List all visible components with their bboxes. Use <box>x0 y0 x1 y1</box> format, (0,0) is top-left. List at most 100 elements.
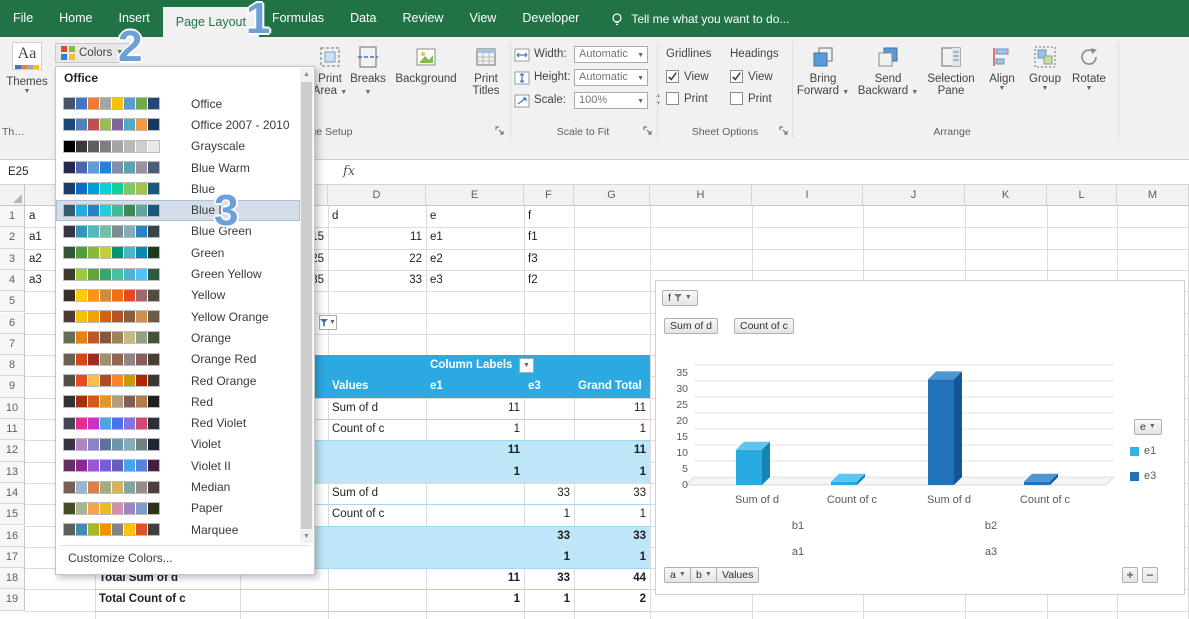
menu-scrollbar[interactable]: ▲ ▼ <box>300 68 313 543</box>
cell-F18[interactable]: 33 <box>524 568 574 589</box>
cell-E11[interactable]: 1 <box>426 419 524 440</box>
gridlines-view-checkbox[interactable]: View <box>666 70 709 83</box>
width-dropdown[interactable]: Automatic▼ <box>574 46 648 63</box>
row-header-8[interactable]: 8 <box>0 355 25 376</box>
cell-F17[interactable]: 1 <box>524 547 574 568</box>
theme-colors-option-violet[interactable]: Violet <box>56 434 300 455</box>
column-header-H[interactable]: H <box>650 185 752 206</box>
cell-D1[interactable]: d <box>328 206 426 227</box>
chart-axis-field-button-a[interactable]: a ▼ <box>664 567 692 583</box>
column-header-E[interactable]: E <box>426 185 524 206</box>
row-header-12[interactable]: 12 <box>0 440 25 461</box>
cell-D11[interactable]: Count of c <box>328 419 426 440</box>
page-setup-dialog-launcher[interactable] <box>494 125 507 138</box>
tab-developer[interactable]: Developer <box>509 0 592 37</box>
theme-colors-option-red-orange[interactable]: Red Orange <box>56 370 300 391</box>
theme-colors-option-marquee[interactable]: Marquee <box>56 519 300 540</box>
fx-icon[interactable]: fx <box>343 160 355 184</box>
cell-D15[interactable]: Count of c <box>328 504 426 525</box>
cell-G11[interactable]: 1 <box>574 419 650 440</box>
cell-G9[interactable]: Grand Total <box>574 376 650 397</box>
theme-colors-option-office[interactable]: Office <box>56 93 300 114</box>
column-header-G[interactable]: G <box>574 185 650 206</box>
cell-D2[interactable]: 11 <box>328 227 426 248</box>
cell-G10[interactable]: 11 <box>574 398 650 419</box>
theme-colors-option-orange-red[interactable]: Orange Red <box>56 349 300 370</box>
tab-formulas[interactable]: Formulas <box>259 0 337 37</box>
cell-E13[interactable]: 1 <box>426 462 524 483</box>
cell-F2[interactable]: f1 <box>524 227 574 248</box>
theme-colors-option-yellow-orange[interactable]: Yellow Orange <box>56 306 300 327</box>
cell-F4[interactable]: f2 <box>524 270 574 291</box>
scroll-down-icon[interactable]: ▼ <box>300 530 313 543</box>
cell-F1[interactable]: f <box>524 206 574 227</box>
cell-D9[interactable]: Values <box>328 376 426 397</box>
chart-zoom-out-button[interactable]: − <box>1142 567 1158 583</box>
cell-E4[interactable]: e3 <box>426 270 524 291</box>
cell-G14[interactable]: 33 <box>574 483 650 504</box>
row-header-1[interactable]: 1 <box>0 206 25 227</box>
chart-zoom-in-button[interactable]: + <box>1122 567 1138 583</box>
cell-D4[interactable]: 33 <box>328 270 426 291</box>
cell-G13[interactable]: 1 <box>574 462 650 483</box>
rotate-button[interactable]: Rotate▼ <box>1057 43 1121 93</box>
gridlines-print-checkbox[interactable]: Print <box>666 92 708 105</box>
scrollbar-thumb[interactable] <box>301 82 312 529</box>
theme-colors-option-grayscale[interactable]: Grayscale <box>56 136 300 157</box>
theme-colors-option-blue-warm[interactable]: Blue Warm <box>56 157 300 178</box>
row-header-7[interactable]: 7 <box>0 334 25 355</box>
row-header-16[interactable]: 16 <box>0 526 25 547</box>
row-header-10[interactable]: 10 <box>0 398 25 419</box>
theme-colors-option-violet-ii[interactable]: Violet II <box>56 455 300 476</box>
theme-colors-option-red[interactable]: Red <box>56 391 300 412</box>
cell-E19[interactable]: 1 <box>426 589 524 610</box>
theme-colors-option-blue[interactable]: Blue <box>56 178 300 199</box>
row-header-17[interactable]: 17 <box>0 547 25 568</box>
theme-colors-option-green-yellow[interactable]: Green Yellow <box>56 263 300 284</box>
chart-filter-field-button[interactable]: f ▼ <box>662 290 698 306</box>
theme-colors-option-office-2007-2010[interactable]: Office 2007 - 2010 <box>56 114 300 135</box>
tab-home[interactable]: Home <box>46 0 105 37</box>
scale-to-fit-dialog-launcher[interactable] <box>642 125 655 138</box>
row-header-5[interactable]: 5 <box>0 291 25 312</box>
cell-E8[interactable]: Column Labels <box>426 355 524 376</box>
chart-axis-field-button-b[interactable]: b ▼ <box>690 567 718 583</box>
cell-G12[interactable]: 11 <box>574 440 650 461</box>
tab-review[interactable]: Review <box>389 0 456 37</box>
chart-axis-field-button-values[interactable]: Values <box>716 567 759 583</box>
scroll-up-icon[interactable]: ▲ <box>300 68 313 81</box>
sheet-options-dialog-launcher[interactable] <box>778 125 791 138</box>
cell-F19[interactable]: 1 <box>524 589 574 610</box>
row-header-19[interactable]: 19 <box>0 589 25 610</box>
column-labels-filter-button[interactable]: ▼ <box>519 358 534 373</box>
cell-B19[interactable]: Total Count of c <box>95 589 240 610</box>
row-header-18[interactable]: 18 <box>0 568 25 589</box>
cell-G18[interactable]: 44 <box>574 568 650 589</box>
cell-G17[interactable]: 1 <box>574 547 650 568</box>
theme-colors-option-orange[interactable]: Orange <box>56 327 300 348</box>
column-header-M[interactable]: M <box>1117 185 1189 206</box>
column-header-D[interactable]: D <box>328 185 426 206</box>
column-header-L[interactable]: L <box>1047 185 1117 206</box>
pivot-chart[interactable]: 05101520253035Sum of dCount of cSum of d… <box>655 280 1185 595</box>
themes-button[interactable]: Aa Themes ▼ <box>2 42 52 122</box>
cell-E18[interactable]: 11 <box>426 568 524 589</box>
chart-value-field-button-sum-of-d[interactable]: Sum of d <box>664 318 718 334</box>
cell-G15[interactable]: 1 <box>574 504 650 525</box>
theme-colors-option-median[interactable]: Median <box>56 476 300 497</box>
tab-file[interactable]: File <box>0 0 46 37</box>
theme-colors-option-red-violet[interactable]: Red Violet <box>56 413 300 434</box>
send-backward-button[interactable]: SendBackward ▼ <box>856 43 920 97</box>
theme-colors-option-paper[interactable]: Paper <box>56 498 300 519</box>
row-header-15[interactable]: 15 <box>0 504 25 525</box>
cell-E12[interactable]: 11 <box>426 440 524 461</box>
tell-me-box[interactable]: Tell me what you want to do... <box>610 0 789 37</box>
formula-input[interactable] <box>368 160 1188 184</box>
cell-F9[interactable]: e3 <box>524 376 574 397</box>
cell-E3[interactable]: e2 <box>426 249 524 270</box>
theme-colors-option-blue-green[interactable]: Blue Green <box>56 221 300 242</box>
column-header-I[interactable]: I <box>752 185 863 206</box>
bring-forward-button[interactable]: BringForward ▼ <box>791 43 855 97</box>
row-header-14[interactable]: 14 <box>0 483 25 504</box>
height-dropdown[interactable]: Automatic▼ <box>574 69 648 86</box>
